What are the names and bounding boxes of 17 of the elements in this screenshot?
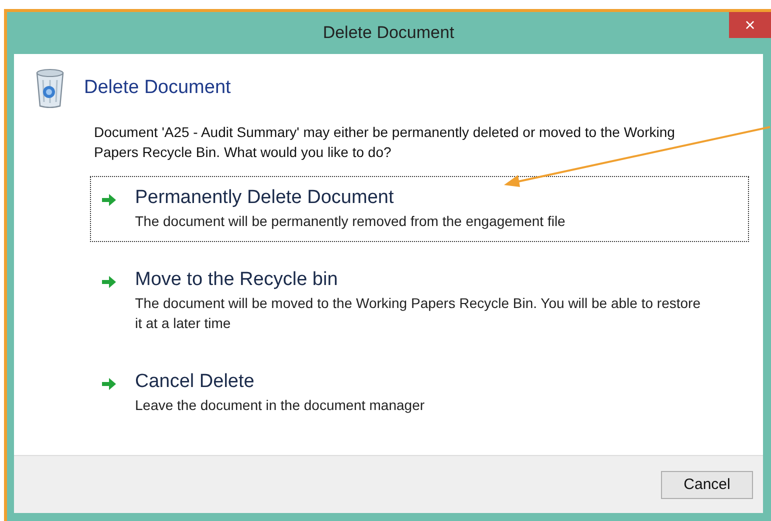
option-description: The document will be permanently removed from the engagement file — [135, 212, 566, 231]
arrow-right-icon — [101, 192, 117, 208]
cancel-button[interactable]: Cancel — [661, 470, 753, 498]
arrow-right-icon — [101, 274, 117, 290]
close-button[interactable]: × — [729, 12, 771, 38]
recycle-bin-icon — [34, 68, 66, 108]
command-link-option[interactable]: Move to the Recycle bin The document will be moved to the Working Papers Recycle Bin. You will be able to restore it at a later time — [90, 258, 749, 344]
option-description: Leave the document in the document manager — [135, 396, 425, 415]
option-title: Move to the Recycle bin — [135, 269, 339, 291]
dialog-heading: Delete Document — [84, 77, 231, 99]
option-title: Cancel Delete — [135, 371, 256, 393]
arrow-right-icon — [101, 376, 117, 392]
option-title: Permanently Delete Document — [135, 187, 395, 209]
option-description: The document will be moved to the Working Papers Recycle Bin. You will be able to restore it at a later time — [135, 294, 702, 333]
dialog-message: Document 'A25 - Audit Summary' may either be permanently deleted or moved to the Working Papers Recycle Bin. What would you like to do? — [94, 123, 676, 162]
window-title: Delete Document — [322, 23, 454, 43]
command-link-option[interactable]: Cancel Delete Leave the document in the document manager — [90, 360, 749, 426]
